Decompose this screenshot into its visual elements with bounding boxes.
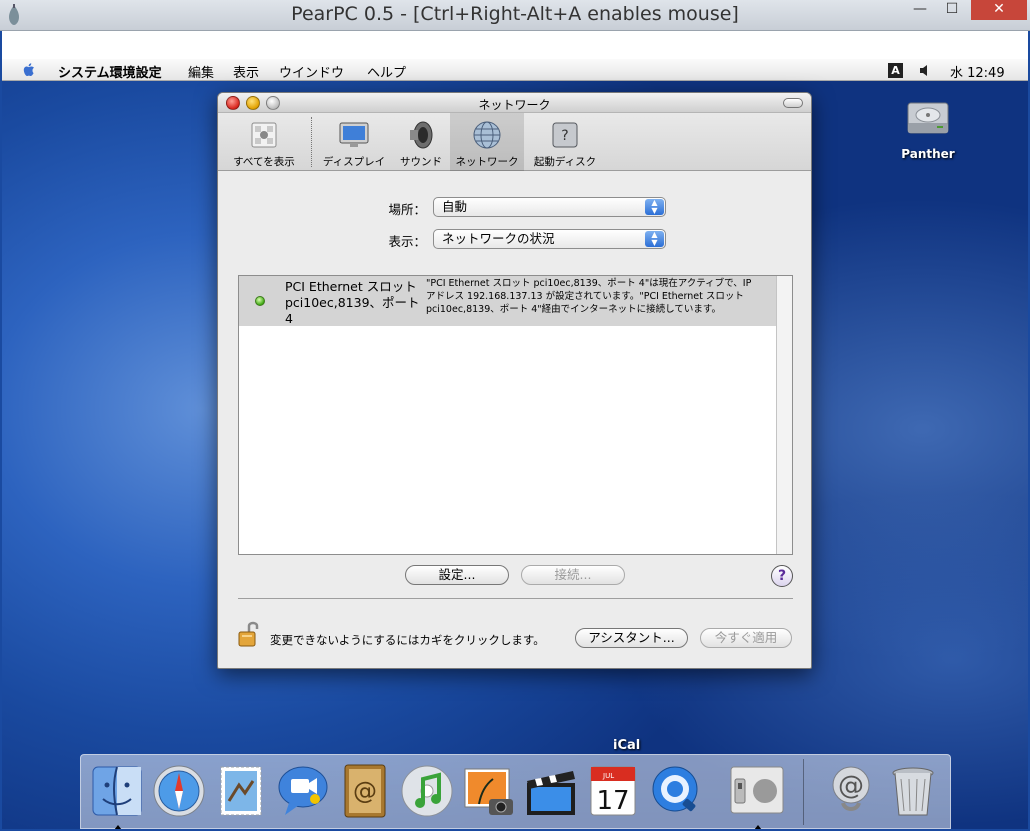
safari-compass-icon [153, 765, 205, 817]
menu-clock[interactable]: 水 12:49 [950, 62, 1005, 81]
toolbar-label: サウンド [400, 156, 442, 168]
running-indicator-icon [754, 825, 762, 829]
dock-mail[interactable] [211, 761, 271, 821]
dock-separator [803, 759, 804, 825]
location-popup[interactable]: 自動 ▲ ▼ [433, 197, 666, 217]
dock-imovie[interactable] [521, 761, 581, 821]
dock: @ JUL 17 @ [80, 754, 951, 829]
display-icon [339, 122, 369, 147]
svg-text:@: @ [353, 777, 377, 805]
svg-text:@: @ [838, 771, 864, 801]
host-title: PearPC 0.5 - [Ctrl+Right-Alt+A enables m… [291, 3, 739, 25]
port-description: "PCI Ethernet スロット pci10ec,8139、ポート 4"は現… [426, 278, 752, 315]
dock-finder[interactable] [87, 761, 147, 829]
dock-safari[interactable] [149, 761, 209, 821]
help-button[interactable]: ? [771, 565, 793, 587]
popup-arrows-icon: ▲ ▼ [645, 199, 664, 215]
menu-view[interactable]: 表示 [233, 62, 259, 81]
menu-bar: システム環境設定 編集 表示 ウインドウ ヘルプ A 水 12:49 [2, 59, 1028, 81]
host-toolbar-area [2, 31, 1028, 59]
show-label: 表示： [388, 234, 426, 249]
running-indicator-icon [114, 825, 122, 829]
iphoto-icon [464, 768, 513, 815]
dock-mail-folder[interactable]: @ [821, 761, 881, 821]
startup-disk-icon: ? [552, 122, 578, 148]
trash-icon [892, 767, 934, 816]
quicktime-icon [652, 766, 698, 812]
toolbar-sound[interactable]: サウンド [394, 113, 448, 171]
network-preferences-window: ネットワーク すべてを表示 ディスプレイ サウンド ネットワーク ? 起動ディス… [217, 92, 812, 669]
window-titlebar[interactable]: ネットワーク [218, 93, 811, 113]
toolbar-displays[interactable]: ディスプレイ [321, 113, 387, 171]
speaker-icon [410, 121, 433, 149]
imovie-clapper-icon [527, 771, 575, 815]
show-popup[interactable]: ネットワークの状況 ▲ ▼ [433, 229, 666, 249]
toolbar-label: すべてを表示 [233, 156, 295, 168]
host-minimize-button[interactable]: — [906, 0, 934, 20]
ical-day: 17 [596, 786, 629, 816]
dock-itunes[interactable] [397, 761, 457, 821]
at-sign-icon: @ [832, 766, 870, 811]
ichat-icon [278, 766, 328, 815]
dock-trash[interactable] [883, 761, 943, 821]
hard-drive-icon[interactable] [905, 95, 951, 141]
list-item[interactable]: PCI Ethernet スロット pci10ec,8139、ポート 4 "PC… [239, 276, 777, 326]
prefs-toolbar: すべてを表示 ディスプレイ サウンド ネットワーク ? 起動ディスク [218, 113, 811, 171]
ical-month: JUL [602, 772, 614, 780]
network-globe-icon [473, 121, 501, 149]
list-scrollbar[interactable] [776, 276, 792, 554]
menu-window[interactable]: ウインドウ [279, 62, 344, 81]
volume-icon[interactable] [919, 64, 933, 77]
dock-system-preferences[interactable] [727, 761, 787, 829]
mail-stamp-icon [220, 766, 262, 816]
lock-icon[interactable] [238, 619, 262, 649]
dock-ical[interactable]: JUL 17 [583, 761, 643, 821]
host-close-button[interactable]: ✕ [971, 0, 1027, 20]
dock-ichat[interactable] [273, 761, 333, 821]
itunes-icon [401, 765, 453, 817]
location-label: 場所： [388, 202, 426, 217]
dock-address-book[interactable]: @ [335, 761, 395, 821]
menu-app-name[interactable]: システム環境設定 [58, 62, 162, 81]
assistant-button[interactable]: アシスタント... [575, 628, 688, 648]
toolbar-toggle-button[interactable] [783, 98, 803, 108]
apply-now-button[interactable]: 今すぐ適用 [700, 628, 792, 648]
network-status-list: PCI Ethernet スロット pci10ec,8139、ポート 4 "PC… [238, 275, 793, 555]
ical-calendar-icon: JUL 17 [590, 766, 636, 816]
menu-edit[interactable]: 編集 [188, 62, 214, 81]
show-value: ネットワークの状況 [442, 231, 555, 246]
dock-hover-label: iCal [613, 738, 641, 753]
toolbar-label: 起動ディスク [533, 156, 597, 168]
divider [238, 598, 793, 599]
host-maximize-button[interactable]: ☐ [938, 0, 966, 20]
toolbar-network[interactable]: ネットワーク [450, 113, 524, 171]
connect-button[interactable]: 接続... [521, 565, 625, 585]
host-titlebar: PearPC 0.5 - [Ctrl+Right-Alt+A enables m… [0, 0, 1030, 31]
menu-help[interactable]: ヘルプ [367, 62, 406, 81]
lock-hint-text: 変更できないようにするにはカギをクリックします。 [270, 633, 545, 647]
input-method-indicator[interactable]: A [888, 63, 903, 78]
toolbar-startup-disk[interactable]: ? 起動ディスク [526, 113, 604, 171]
dock-iphoto[interactable] [459, 761, 519, 821]
status-active-icon [255, 296, 265, 306]
toolbar-show-all[interactable]: すべてを表示 [224, 113, 304, 171]
show-all-icon [251, 122, 277, 148]
port-name: PCI Ethernet スロット pci10ec,8139、ポート 4 [285, 279, 420, 326]
address-book-icon: @ [344, 764, 386, 818]
popup-arrows-icon: ▲ ▼ [645, 231, 664, 247]
drive-label: Panther [901, 147, 955, 161]
apple-menu-icon[interactable] [20, 61, 38, 79]
svg-text:?: ? [561, 128, 568, 144]
system-preferences-icon [730, 766, 784, 814]
configure-button[interactable]: 設定... [405, 565, 509, 585]
location-value: 自動 [442, 199, 468, 214]
toolbar-label: ディスプレイ [322, 156, 386, 168]
emulated-screen: システム環境設定 編集 表示 ウインドウ ヘルプ A 水 12:49 Panth… [2, 59, 1028, 829]
window-title: ネットワーク [478, 98, 551, 112]
toolbar-separator [311, 117, 312, 167]
toolbar-label: ネットワーク [455, 156, 519, 168]
finder-icon [92, 766, 142, 816]
dock-quicktime[interactable] [645, 761, 705, 821]
